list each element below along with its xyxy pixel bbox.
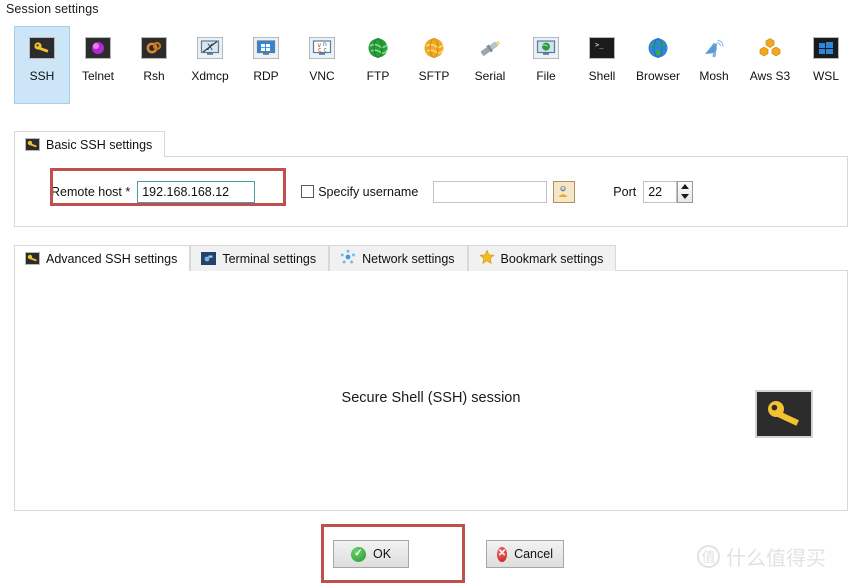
- session-settings-dialog: Session settings SSH Telnet Rsh X Xdmcp …: [0, 0, 862, 588]
- xdmcp-icon: X: [195, 36, 225, 60]
- aws-s3-icon: [755, 36, 785, 60]
- session-type-xdmcp[interactable]: X Xdmcp: [182, 26, 238, 104]
- basic-settings-panel: Remote host * 192.168.168.12 Specify use…: [14, 156, 848, 227]
- remote-host-label: Remote host *: [51, 184, 131, 199]
- svg-text:c: c: [318, 46, 321, 53]
- specify-username-checkbox[interactable]: [301, 185, 315, 198]
- specify-username-label: Specify username: [318, 184, 419, 199]
- session-type-label: SSH: [29, 69, 55, 83]
- large-key-icon: [755, 390, 813, 438]
- session-description: Secure Shell (SSH) session: [341, 390, 521, 406]
- basic-settings-row: Remote host * 192.168.168.12 Specify use…: [15, 157, 847, 226]
- tab-label: Bookmark settings: [500, 251, 604, 266]
- tab-label: Terminal settings: [222, 251, 317, 266]
- watermark: 值 什么值得买: [697, 542, 826, 571]
- session-type-browser[interactable]: Browser: [630, 26, 686, 104]
- tab-advanced-ssh-settings[interactable]: Advanced SSH settings: [14, 245, 191, 272]
- cancel-button-label: Cancel: [514, 547, 553, 561]
- session-type-file[interactable]: File: [518, 26, 574, 104]
- session-type-ssh[interactable]: SSH: [14, 26, 70, 104]
- session-type-label: FTP: [366, 69, 390, 83]
- session-type-rsh[interactable]: Rsh: [126, 26, 182, 104]
- rsh-icon: [139, 36, 169, 60]
- session-type-label: Shell: [588, 69, 616, 83]
- session-type-label: SFTP: [418, 69, 450, 83]
- user-picker-icon[interactable]: [553, 180, 576, 203]
- session-type-label: Serial: [474, 69, 506, 83]
- mosh-dish-icon: [699, 36, 729, 60]
- rdp-icon: [251, 36, 281, 60]
- session-type-label: Xdmcp: [191, 69, 229, 83]
- telnet-icon: [83, 36, 113, 60]
- session-type-label: RDP: [253, 69, 279, 83]
- port-label: Port: [613, 184, 637, 199]
- tab-network-settings[interactable]: Network settings: [329, 245, 468, 271]
- star-icon: [478, 249, 495, 268]
- session-type-ftp[interactable]: FTP: [350, 26, 406, 104]
- wsl-windows-icon: [811, 36, 841, 60]
- tab-label: Network settings: [362, 251, 455, 266]
- spinner-up-icon[interactable]: [681, 184, 690, 189]
- session-type-shell[interactable]: >_ Shell: [574, 26, 630, 104]
- terminal-icon: [201, 252, 217, 265]
- session-type-label: WSL: [812, 69, 839, 83]
- ok-button-label: OK: [372, 547, 392, 561]
- key-icon: [25, 138, 40, 151]
- cancel-button[interactable]: ✕ Cancel: [486, 540, 564, 568]
- session-type-label: File: [536, 69, 556, 83]
- session-type-vnc[interactable]: v n c c VNC: [294, 26, 350, 104]
- tab-basic-ssh-settings[interactable]: Basic SSH settings: [14, 131, 166, 158]
- vnc-icon: v n c c: [307, 36, 337, 60]
- advanced-settings-panel: Secure Shell (SSH) session: [14, 270, 848, 511]
- tab-label: Advanced SSH settings: [46, 251, 178, 266]
- browser-globe-icon: [643, 36, 673, 60]
- watermark-logo-icon: 值: [697, 545, 720, 568]
- page-title: Session settings: [6, 2, 99, 16]
- session-type-sftp[interactable]: SFTP: [406, 26, 462, 104]
- session-type-wsl[interactable]: WSL: [798, 26, 854, 104]
- username-input[interactable]: [433, 180, 548, 203]
- svg-text:>_: >_: [595, 41, 604, 49]
- basic-tab-row: Basic SSH settings: [14, 130, 848, 158]
- port-spinner[interactable]: [677, 180, 694, 203]
- remote-host-input[interactable]: 192.168.168.12: [137, 180, 256, 203]
- shell-console-icon: >_: [587, 36, 617, 60]
- spinner-down-icon[interactable]: [681, 194, 690, 199]
- file-monitor-icon: [531, 36, 561, 60]
- serial-plug-icon: [475, 36, 505, 60]
- ftp-globe-icon: [363, 36, 393, 60]
- key-icon: [25, 252, 40, 265]
- session-type-telnet[interactable]: Telnet: [70, 26, 126, 104]
- x-circle-icon: ✕: [497, 546, 508, 562]
- session-type-serial[interactable]: Serial: [462, 26, 518, 104]
- tab-terminal-settings[interactable]: Terminal settings: [190, 245, 330, 271]
- session-type-mosh[interactable]: Mosh: [686, 26, 742, 104]
- sftp-globe-icon: [419, 36, 449, 60]
- session-type-strip: SSH Telnet Rsh X Xdmcp RDP v n c c VNC F…: [0, 26, 862, 110]
- session-type-rdp[interactable]: RDP: [238, 26, 294, 104]
- ok-button[interactable]: ✓ OK: [333, 540, 409, 568]
- session-type-label: Browser: [635, 69, 680, 83]
- session-type-label: Telnet: [81, 69, 115, 83]
- port-input[interactable]: 22: [643, 180, 678, 203]
- svg-text:c: c: [324, 46, 327, 53]
- basic-settings-tabset: Basic SSH settings Remote host * 192.168…: [14, 130, 848, 227]
- network-icon: [340, 249, 356, 268]
- tab-bookmark-settings[interactable]: Bookmark settings: [467, 245, 617, 271]
- lower-tab-row: Advanced SSH settings Terminal settings: [14, 244, 848, 272]
- session-type-label: Rsh: [143, 69, 165, 83]
- session-type-label: Aws S3: [749, 69, 791, 83]
- session-type-label: Mosh: [699, 69, 729, 83]
- check-circle-icon: ✓: [350, 546, 366, 562]
- watermark-text: 什么值得买: [726, 546, 826, 570]
- tab-label: Basic SSH settings: [46, 137, 153, 152]
- ssh-key-icon: [27, 36, 57, 60]
- session-type-label: VNC: [309, 69, 335, 83]
- session-type-aws-s3[interactable]: Aws S3: [742, 26, 798, 104]
- advanced-settings-tabset: Advanced SSH settings Terminal settings: [14, 244, 848, 511]
